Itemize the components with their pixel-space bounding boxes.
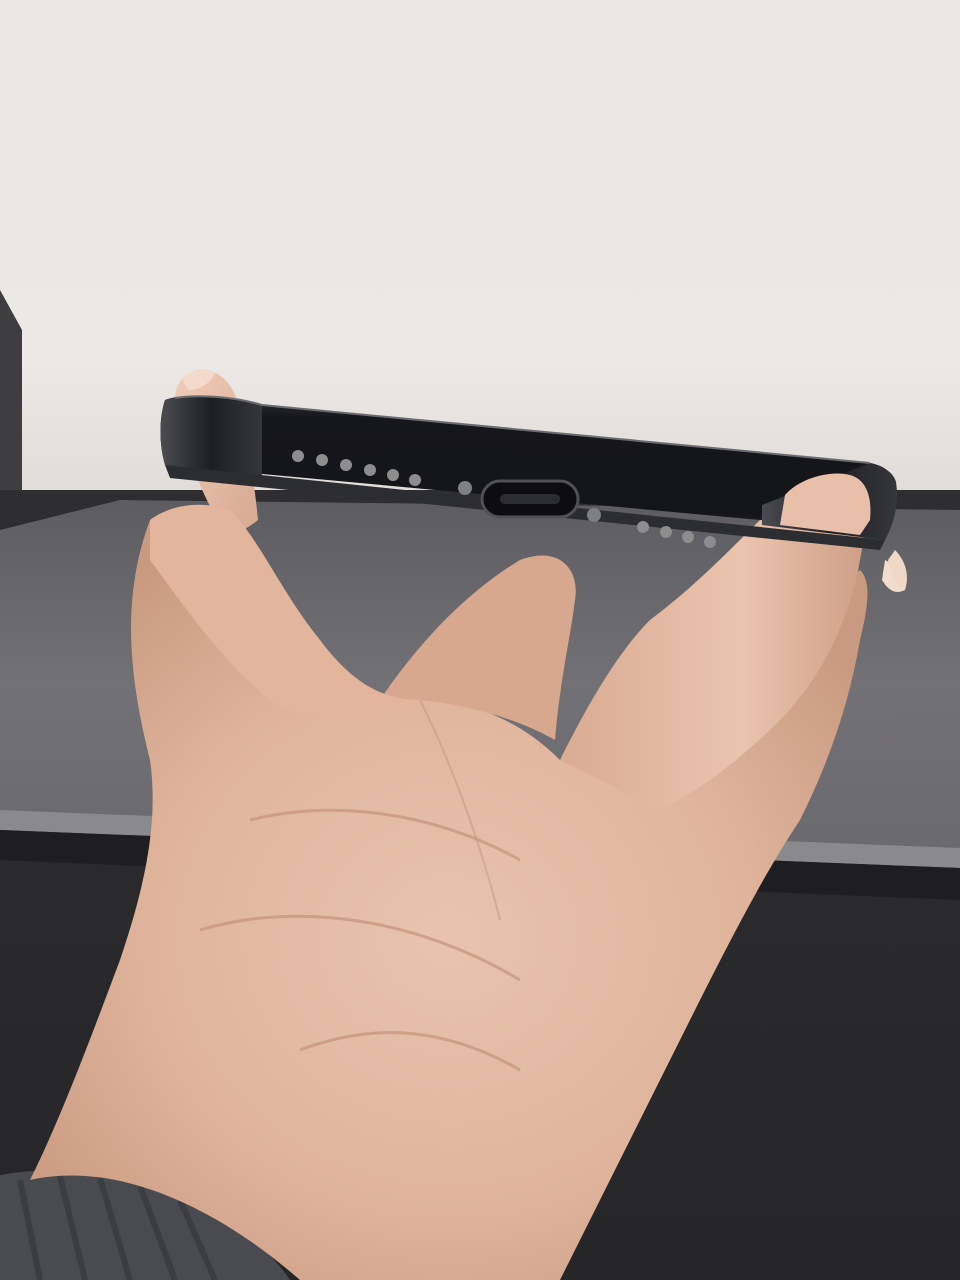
speaker-hole (387, 469, 399, 481)
speaker-hole (660, 526, 672, 538)
screw-left (458, 481, 472, 495)
left-dark-object (0, 290, 22, 520)
photo-scene (0, 0, 960, 1280)
speaker-hole (340, 459, 352, 471)
speaker-hole (637, 521, 649, 533)
speaker-hole (704, 536, 716, 548)
speaker-hole (682, 531, 694, 543)
usb-c-port-tongue (500, 494, 560, 504)
screw-right (587, 508, 601, 522)
photo-canvas (0, 0, 960, 1280)
speaker-hole (364, 464, 376, 476)
speaker-hole (292, 450, 304, 462)
speaker-hole (409, 474, 421, 486)
speaker-hole (316, 454, 328, 466)
